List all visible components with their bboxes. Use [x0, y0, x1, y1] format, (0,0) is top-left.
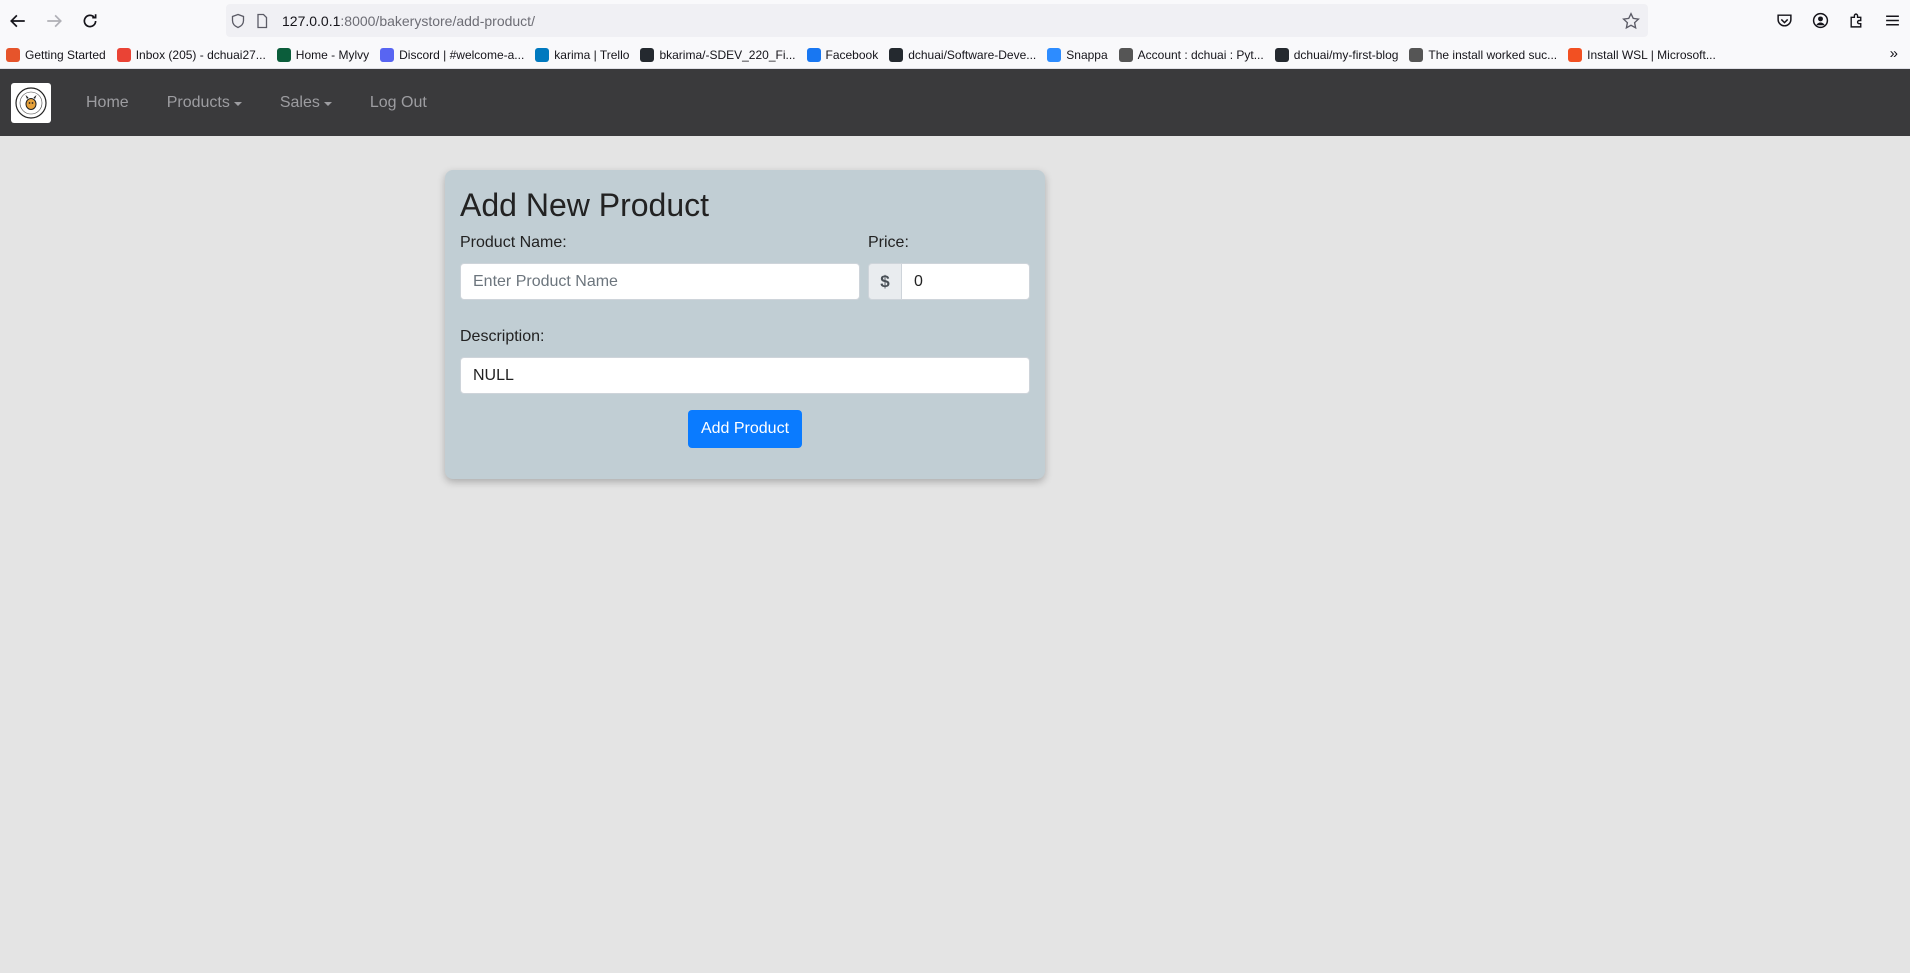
discord-icon — [380, 47, 395, 62]
description-label: Description: — [460, 328, 545, 345]
bookmark-item[interactable]: The install worked suc... — [1409, 47, 1558, 62]
url-path: :8000/bakerystore/add-product/ — [340, 12, 535, 29]
nav-home-label: Home — [86, 93, 129, 111]
bookmark-item[interactable]: bkarima/-SDEV_220_Fi... — [640, 47, 796, 62]
bookmark-label: Account : dchuai : Pyt... — [1137, 47, 1264, 62]
back-button[interactable] — [0, 0, 36, 41]
microsoft-icon — [1568, 47, 1583, 62]
dollar-sign-icon: $ — [868, 263, 902, 300]
account-icon — [1812, 12, 1828, 29]
bookmarks-bar: Getting Started Inbox (205) - dchuai27...… — [0, 41, 1910, 69]
product-name-input[interactable] — [460, 263, 860, 300]
bookmark-item[interactable]: dchuai/Software-Deve... — [889, 47, 1037, 62]
bookmark-label: Facebook — [825, 47, 879, 62]
nav-sales-dropdown[interactable]: Sales — [280, 94, 332, 112]
url-bar[interactable]: 127.0.0.1:8000/bakerystore/add-product/ — [226, 4, 1648, 37]
trello-icon — [535, 47, 550, 62]
globe-icon — [1409, 47, 1424, 62]
caret-down-icon — [323, 101, 332, 106]
firefox-icon — [6, 47, 20, 62]
puzzle-icon — [1849, 13, 1861, 28]
snappa-icon — [1047, 47, 1062, 62]
reload-button[interactable] — [72, 0, 108, 41]
bookmark-star-icon[interactable] — [1622, 12, 1640, 30]
menu-button[interactable] — [1874, 0, 1910, 41]
url-host: 127.0.0.1 — [282, 12, 341, 29]
nav-logout-label: Log Out — [369, 93, 427, 111]
product-name-label: Product Name: — [460, 234, 567, 251]
bookmark-label: Snappa — [1066, 47, 1108, 62]
bookmark-label: The install worked suc... — [1428, 47, 1558, 62]
more-bookmarks-chevron-icon[interactable]: » — [1890, 45, 1898, 62]
site-navbar: Home Products Sales Log Out — [0, 69, 1910, 136]
nav-logout[interactable]: Log Out — [370, 94, 427, 112]
price-label: Price: — [868, 234, 909, 251]
bookmark-label: dchuai/my-first-blog — [1293, 47, 1399, 62]
reload-icon — [83, 13, 97, 27]
bookmark-label: dchuai/Software-Deve... — [908, 47, 1037, 62]
shield-icon[interactable] — [226, 4, 250, 37]
description-input[interactable] — [460, 357, 1030, 394]
caret-down-icon — [233, 101, 242, 106]
forward-button[interactable] — [36, 0, 72, 41]
gmail-icon — [116, 47, 131, 62]
price-input[interactable] — [901, 263, 1030, 300]
page-title: Add New Product — [460, 187, 710, 223]
bookmark-label: karima | Trello — [554, 47, 630, 62]
bookmark-item[interactable]: Inbox (205) - dchuai27... — [116, 47, 266, 62]
bookmark-item[interactable]: Home - Mylvy — [276, 47, 370, 62]
pocket-button[interactable] — [1766, 0, 1802, 41]
github-icon — [640, 47, 655, 62]
bookmark-item[interactable]: Snappa — [1047, 47, 1108, 62]
bookmark-item[interactable]: Discord | #welcome-a... — [380, 47, 525, 62]
browser-toolbar: 127.0.0.1:8000/bakerystore/add-product/ — [0, 0, 1910, 41]
arrow-left-icon — [10, 14, 25, 27]
nav-products-dropdown[interactable]: Products — [167, 94, 242, 112]
pythonanywhere-icon — [1118, 47, 1133, 62]
bookmark-label: Home - Mylvy — [295, 47, 370, 62]
logo-icon — [15, 86, 47, 119]
github-icon — [889, 47, 904, 62]
bookmark-label: bkarima/-SDEV_220_Fi... — [659, 47, 796, 62]
nav-products-label: Products — [166, 93, 230, 111]
account-button[interactable] — [1802, 0, 1838, 41]
nav-home[interactable]: Home — [86, 94, 129, 112]
arrow-right-icon — [47, 14, 62, 27]
add-product-card: Add New Product Product Name: Price: $ D… — [445, 170, 1045, 479]
bookmark-item[interactable]: Account : dchuai : Pyt... — [1118, 47, 1264, 62]
github-icon — [1274, 47, 1289, 62]
bookmark-label: Inbox (205) - dchuai27... — [135, 47, 266, 62]
nav-sales-label: Sales — [279, 93, 320, 111]
hamburger-menu-icon — [1885, 15, 1899, 26]
extensions-button[interactable] — [1838, 0, 1874, 41]
pocket-icon — [1776, 14, 1792, 27]
bookmark-item[interactable]: dchuai/my-first-blog — [1274, 47, 1399, 62]
bookmark-item[interactable]: Getting Started — [6, 47, 106, 62]
bookmark-label: Discord | #welcome-a... — [399, 47, 525, 62]
bakery-logo[interactable] — [11, 82, 51, 123]
bookmark-item[interactable]: Facebook — [806, 47, 879, 62]
ivy-icon — [276, 47, 291, 62]
bookmark-label: Getting Started — [25, 47, 106, 62]
bookmark-item[interactable]: Install WSL | Microsoft... — [1568, 47, 1716, 62]
bookmark-item[interactable]: karima | Trello — [535, 47, 630, 62]
facebook-icon — [806, 47, 821, 62]
page-icon[interactable] — [250, 4, 274, 37]
add-product-button[interactable]: Add Product — [688, 410, 802, 448]
bookmark-label: Install WSL | Microsoft... — [1587, 47, 1716, 62]
